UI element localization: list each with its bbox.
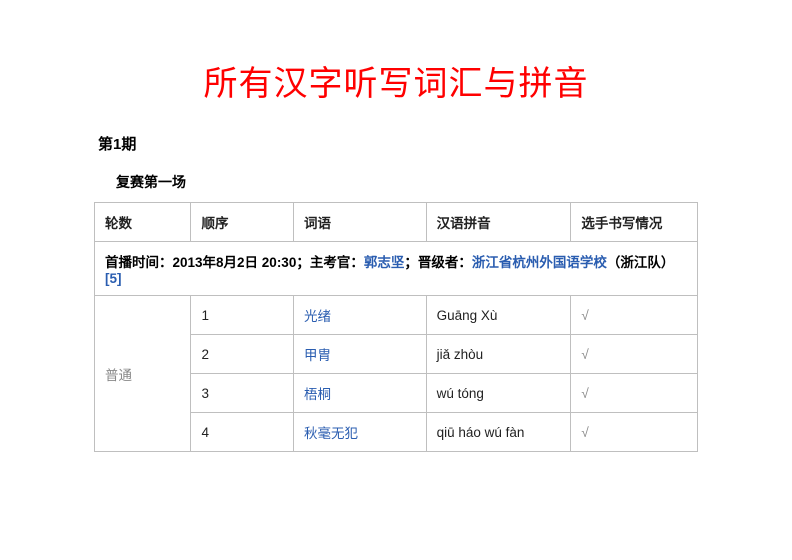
vocab-table: 轮数 顺序 词语 汉语拼音 选手书写情况 首播时间：2013年8月2日 20:3… xyxy=(94,202,698,452)
round-cell: 普通 xyxy=(95,296,191,452)
page-title: 所有汉字听写词汇与拼音 xyxy=(94,56,698,105)
cell-word: 秋毫无犯 xyxy=(293,413,426,452)
cell-order: 2 xyxy=(191,335,294,374)
cell-word: 光绪 xyxy=(293,296,426,335)
cell-pinyin: Guāng Xù xyxy=(426,296,571,335)
cell-status: √ xyxy=(571,413,698,452)
ref-link[interactable]: [5] xyxy=(105,271,122,286)
cell-pinyin: qiū háo wú fàn xyxy=(426,413,571,452)
document-container: 所有汉字听写词汇与拼音 第1期 复赛第一场 轮数 顺序 词语 汉语拼音 选手书写… xyxy=(0,0,792,452)
cell-status: √ xyxy=(571,335,698,374)
word-link[interactable]: 光绪 xyxy=(304,309,331,324)
table-row: 普通 1 光绪 Guāng Xù √ xyxy=(95,296,698,335)
link-qualifier[interactable]: 浙江省杭州外国语学校 xyxy=(472,255,607,270)
word-link[interactable]: 梧桐 xyxy=(304,387,331,402)
cell-word: 甲胄 xyxy=(293,335,426,374)
cell-order: 3 xyxy=(191,374,294,413)
col-status: 选手书写情况 xyxy=(571,203,698,242)
info-prefix: 首播时间：2013年8月2日 20:30；主考官： xyxy=(105,255,364,270)
cell-pinyin: jiǎ zhòu xyxy=(426,335,571,374)
subsection-heading: 复赛第一场 xyxy=(116,172,698,192)
col-round: 轮数 xyxy=(95,203,191,242)
info-team: （浙江队） xyxy=(607,255,675,270)
check-icon: √ xyxy=(581,425,588,440)
info-mid: ；晋级者： xyxy=(404,255,472,270)
check-icon: √ xyxy=(581,308,588,323)
section-heading: 第1期 xyxy=(98,133,698,154)
cell-order: 4 xyxy=(191,413,294,452)
check-icon: √ xyxy=(581,386,588,401)
check-icon: √ xyxy=(581,347,588,362)
word-link[interactable]: 秋毫无犯 xyxy=(304,426,358,441)
col-pinyin: 汉语拼音 xyxy=(426,203,571,242)
link-examiner[interactable]: 郭志坚 xyxy=(364,255,405,270)
col-word: 词语 xyxy=(293,203,426,242)
cell-status: √ xyxy=(571,374,698,413)
cell-word: 梧桐 xyxy=(293,374,426,413)
table-header-row: 轮数 顺序 词语 汉语拼音 选手书写情况 xyxy=(95,203,698,242)
cell-status: √ xyxy=(571,296,698,335)
col-order: 顺序 xyxy=(191,203,294,242)
info-row: 首播时间：2013年8月2日 20:30；主考官：郭志坚；晋级者：浙江省杭州外国… xyxy=(95,242,698,296)
info-cell: 首播时间：2013年8月2日 20:30；主考官：郭志坚；晋级者：浙江省杭州外国… xyxy=(95,242,698,296)
cell-pinyin: wú tóng xyxy=(426,374,571,413)
word-link[interactable]: 甲胄 xyxy=(304,348,331,363)
cell-order: 1 xyxy=(191,296,294,335)
